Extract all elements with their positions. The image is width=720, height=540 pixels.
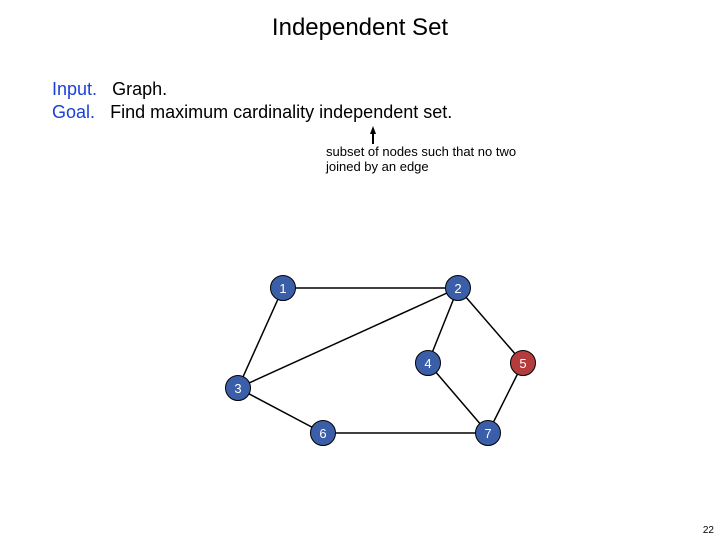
input-label: Input. (52, 79, 97, 99)
graph-node-6: 6 (310, 420, 336, 446)
graph-diagram: 1 2 3 4 5 6 7 (180, 245, 580, 475)
graph-edge (458, 288, 523, 363)
slide-title: Independent Set (0, 14, 720, 42)
goal-text: Find maximum cardinality independent set… (110, 102, 452, 122)
arrow-shaft (372, 134, 374, 144)
graph-node-2: 2 (445, 275, 471, 301)
input-text: Graph. (112, 79, 167, 99)
annotation-line1: subset of nodes such that no two (326, 145, 516, 160)
graph-node-1: 1 (270, 275, 296, 301)
graph-node-3: 3 (225, 375, 251, 401)
graph-edge (238, 288, 283, 388)
graph-edge (238, 388, 323, 433)
graph-node-7: 7 (475, 420, 501, 446)
page-number: 22 (703, 525, 714, 536)
annotation-text: subset of nodes such that no two joined … (326, 145, 516, 175)
graph-node-4: 4 (415, 350, 441, 376)
annotation-line2: joined by an edge (326, 160, 516, 175)
arrow-up-icon (370, 126, 376, 134)
goal-label: Goal. (52, 102, 95, 122)
graph-node-5: 5 (510, 350, 536, 376)
problem-statement: Input. Graph. Goal. Find maximum cardina… (52, 78, 452, 123)
